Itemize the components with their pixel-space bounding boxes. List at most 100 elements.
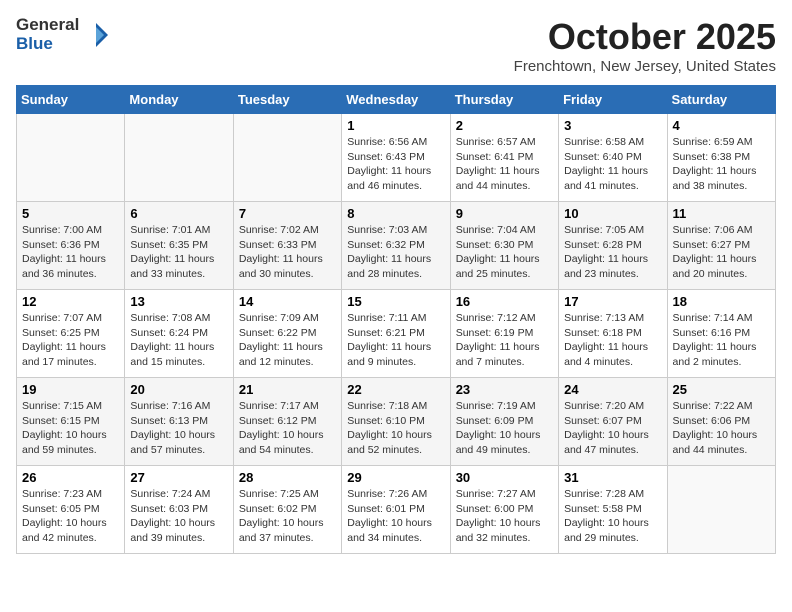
calendar-cell: 6 Sunrise: 7:01 AM Sunset: 6:35 PM Daylig…: [125, 202, 233, 290]
day-info: Sunrise: 7:23 AM Sunset: 6:05 PM Dayligh…: [22, 487, 119, 546]
calendar-cell: 1Sunrise: 6:56 AM Sunset: 6:43 PM Daylig…: [342, 114, 450, 202]
day-number: 5: [22, 206, 119, 221]
day-number: 10: [564, 206, 661, 221]
day-number: 28: [239, 470, 336, 485]
page-header: General Blue October 2025 Frenchtown, Ne…: [16, 16, 776, 75]
calendar-cell: [233, 114, 341, 202]
day-number: 25: [673, 382, 770, 397]
day-info: Sunrise: 7:19 AM Sunset: 6:09 PM Dayligh…: [456, 399, 553, 458]
day-info: Sunrise: 7:09 AM Sunset: 6:22 PM Dayligh…: [239, 311, 336, 370]
day-info: Sunrise: 7:22 AM Sunset: 6:06 PM Dayligh…: [673, 399, 770, 458]
day-number: 6: [130, 206, 227, 221]
day-info: Sunrise: 7:14 AM Sunset: 6:16 PM Dayligh…: [673, 311, 770, 370]
logo: General Blue: [16, 16, 110, 53]
logo-text: General Blue: [16, 16, 110, 53]
calendar-cell: [125, 114, 233, 202]
day-info: Sunrise: 6:57 AM Sunset: 6:41 PM Dayligh…: [456, 135, 553, 194]
calendar-cell: 3 Sunrise: 6:58 AM Sunset: 6:40 PM Daylig…: [559, 114, 667, 202]
day-number: 15: [347, 294, 444, 309]
logo-flag-icon: [82, 21, 110, 49]
calendar-cell: 30 Sunrise: 7:27 AM Sunset: 6:00 PM Dayli…: [450, 466, 558, 554]
day-info: Sunrise: 7:25 AM Sunset: 6:02 PM Dayligh…: [239, 487, 336, 546]
day-number: 26: [22, 470, 119, 485]
day-info: Sunrise: 7:15 AM Sunset: 6:15 PM Dayligh…: [22, 399, 119, 458]
weekday-header-monday: Monday: [125, 86, 233, 114]
day-number: 2: [456, 118, 553, 133]
logo-general: General: [16, 16, 79, 35]
calendar-cell: 29Sunrise: 7:26 AM Sunset: 6:01 PM Dayli…: [342, 466, 450, 554]
day-info: Sunrise: 7:03 AM Sunset: 6:32 PM Dayligh…: [347, 223, 444, 282]
calendar-cell: 24Sunrise: 7:20 AM Sunset: 6:07 PM Dayli…: [559, 378, 667, 466]
day-info: Sunrise: 6:58 AM Sunset: 6:40 PM Dayligh…: [564, 135, 661, 194]
weekday-header-saturday: Saturday: [667, 86, 775, 114]
calendar-cell: 31Sunrise: 7:28 AM Sunset: 5:58 PM Dayli…: [559, 466, 667, 554]
calendar-cell: 26 Sunrise: 7:23 AM Sunset: 6:05 PM Dayli…: [17, 466, 125, 554]
calendar-cell: 25 Sunrise: 7:22 AM Sunset: 6:06 PM Dayli…: [667, 378, 775, 466]
weekday-header-sunday: Sunday: [17, 86, 125, 114]
calendar-week-row: 19Sunrise: 7:15 AM Sunset: 6:15 PM Dayli…: [17, 378, 776, 466]
location-subtitle: Frenchtown, New Jersey, United States: [514, 58, 776, 75]
day-number: 1: [347, 118, 444, 133]
day-info: Sunrise: 7:18 AM Sunset: 6:10 PM Dayligh…: [347, 399, 444, 458]
calendar-cell: 23 Sunrise: 7:19 AM Sunset: 6:09 PM Dayli…: [450, 378, 558, 466]
day-number: 12: [22, 294, 119, 309]
day-number: 16: [456, 294, 553, 309]
day-info: Sunrise: 7:16 AM Sunset: 6:13 PM Dayligh…: [130, 399, 227, 458]
calendar-cell: 11Sunrise: 7:06 AM Sunset: 6:27 PM Dayli…: [667, 202, 775, 290]
calendar-cell: 18Sunrise: 7:14 AM Sunset: 6:16 PM Dayli…: [667, 290, 775, 378]
day-info: Sunrise: 7:17 AM Sunset: 6:12 PM Dayligh…: [239, 399, 336, 458]
weekday-header-tuesday: Tuesday: [233, 86, 341, 114]
day-number: 4: [673, 118, 770, 133]
weekday-header-friday: Friday: [559, 86, 667, 114]
calendar-cell: 28 Sunrise: 7:25 AM Sunset: 6:02 PM Dayli…: [233, 466, 341, 554]
calendar-cell: 2 Sunrise: 6:57 AM Sunset: 6:41 PM Daylig…: [450, 114, 558, 202]
day-number: 7: [239, 206, 336, 221]
calendar-week-row: 12 Sunrise: 7:07 AM Sunset: 6:25 PM Dayli…: [17, 290, 776, 378]
day-number: 9: [456, 206, 553, 221]
day-number: 23: [456, 382, 553, 397]
day-number: 27: [130, 470, 227, 485]
day-number: 17: [564, 294, 661, 309]
calendar-cell: 10 Sunrise: 7:05 AM Sunset: 6:28 PM Dayli…: [559, 202, 667, 290]
calendar-cell: [667, 466, 775, 554]
day-info: Sunrise: 7:00 AM Sunset: 6:36 PM Dayligh…: [22, 223, 119, 282]
weekday-header-wednesday: Wednesday: [342, 86, 450, 114]
calendar-week-row: 26 Sunrise: 7:23 AM Sunset: 6:05 PM Dayli…: [17, 466, 776, 554]
title-block: October 2025 Frenchtown, New Jersey, Uni…: [514, 16, 776, 75]
calendar-cell: 19Sunrise: 7:15 AM Sunset: 6:15 PM Dayli…: [17, 378, 125, 466]
weekday-header-thursday: Thursday: [450, 86, 558, 114]
calendar-cell: 8 Sunrise: 7:03 AM Sunset: 6:32 PM Daylig…: [342, 202, 450, 290]
day-number: 30: [456, 470, 553, 485]
day-number: 8: [347, 206, 444, 221]
calendar-cell: 12 Sunrise: 7:07 AM Sunset: 6:25 PM Dayli…: [17, 290, 125, 378]
day-info: Sunrise: 7:24 AM Sunset: 6:03 PM Dayligh…: [130, 487, 227, 546]
calendar-cell: 20Sunrise: 7:16 AM Sunset: 6:13 PM Dayli…: [125, 378, 233, 466]
day-info: Sunrise: 7:07 AM Sunset: 6:25 PM Dayligh…: [22, 311, 119, 370]
calendar-cell: 27 Sunrise: 7:24 AM Sunset: 6:03 PM Dayli…: [125, 466, 233, 554]
day-number: 22: [347, 382, 444, 397]
day-info: Sunrise: 7:01 AM Sunset: 6:35 PM Dayligh…: [130, 223, 227, 282]
day-info: Sunrise: 6:59 AM Sunset: 6:38 PM Dayligh…: [673, 135, 770, 194]
calendar-cell: 16 Sunrise: 7:12 AM Sunset: 6:19 PM Dayli…: [450, 290, 558, 378]
calendar-cell: 14 Sunrise: 7:09 AM Sunset: 6:22 PM Dayli…: [233, 290, 341, 378]
day-info: Sunrise: 7:05 AM Sunset: 6:28 PM Dayligh…: [564, 223, 661, 282]
calendar-cell: 15 Sunrise: 7:11 AM Sunset: 6:21 PM Dayli…: [342, 290, 450, 378]
day-info: Sunrise: 7:20 AM Sunset: 6:07 PM Dayligh…: [564, 399, 661, 458]
calendar-cell: 5 Sunrise: 7:00 AM Sunset: 6:36 PM Daylig…: [17, 202, 125, 290]
day-number: 11: [673, 206, 770, 221]
day-info: Sunrise: 7:12 AM Sunset: 6:19 PM Dayligh…: [456, 311, 553, 370]
calendar-cell: 21Sunrise: 7:17 AM Sunset: 6:12 PM Dayli…: [233, 378, 341, 466]
logo-blue: Blue: [16, 35, 79, 54]
calendar-cell: 4 Sunrise: 6:59 AM Sunset: 6:38 PM Daylig…: [667, 114, 775, 202]
day-info: Sunrise: 7:27 AM Sunset: 6:00 PM Dayligh…: [456, 487, 553, 546]
day-number: 3: [564, 118, 661, 133]
calendar-week-row: 5 Sunrise: 7:00 AM Sunset: 6:36 PM Daylig…: [17, 202, 776, 290]
day-number: 29: [347, 470, 444, 485]
day-info: Sunrise: 7:08 AM Sunset: 6:24 PM Dayligh…: [130, 311, 227, 370]
day-number: 31: [564, 470, 661, 485]
day-number: 14: [239, 294, 336, 309]
calendar-cell: 22 Sunrise: 7:18 AM Sunset: 6:10 PM Dayli…: [342, 378, 450, 466]
day-info: Sunrise: 7:11 AM Sunset: 6:21 PM Dayligh…: [347, 311, 444, 370]
calendar-cell: 17Sunrise: 7:13 AM Sunset: 6:18 PM Dayli…: [559, 290, 667, 378]
calendar-cell: 9Sunrise: 7:04 AM Sunset: 6:30 PM Daylig…: [450, 202, 558, 290]
